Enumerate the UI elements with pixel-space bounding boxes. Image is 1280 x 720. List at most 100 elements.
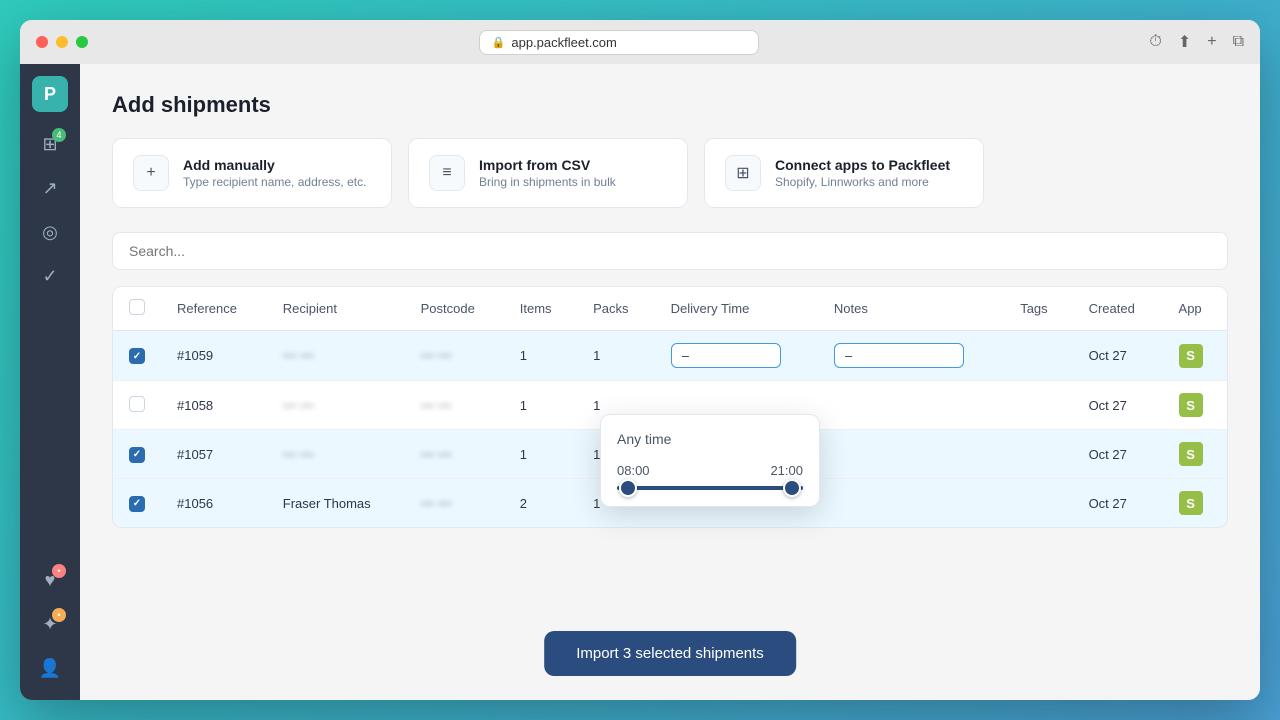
cell-recipient: ••• •••	[267, 430, 405, 479]
shopify-icon: S	[1179, 344, 1203, 368]
address-bar: 🔒 app.packfleet.com	[96, 30, 1141, 55]
notes-input[interactable]	[834, 343, 964, 368]
add-manually-card[interactable]: + Add manually Type recipient name, addr…	[112, 138, 392, 208]
cell-items: 1	[504, 331, 577, 381]
search-input[interactable]	[112, 232, 1228, 270]
row-checkbox[interactable]	[129, 348, 145, 364]
cell-items: 1	[504, 430, 577, 479]
cell-notes	[818, 430, 1004, 479]
cell-tags	[1004, 479, 1072, 528]
cell-app: S	[1163, 381, 1227, 430]
sparkle-badge: •	[52, 608, 66, 622]
shopify-icon: S	[1179, 442, 1203, 466]
routes-icon: ↗	[42, 178, 57, 199]
row-checkbox-cell[interactable]	[113, 479, 161, 528]
connect-apps-text: Connect apps to Packfleet Shopify, Linnw…	[775, 157, 950, 189]
shipments-badge: 4	[52, 128, 66, 142]
time-end: 21:00	[770, 463, 803, 478]
cell-postcode: ••• •••	[405, 479, 504, 528]
table-row: #1059 ••• ••• ••• ••• 1 1	[113, 331, 1227, 381]
sidebar-item-shipments[interactable]: ⊞ 4	[30, 124, 70, 164]
select-all-checkbox[interactable]	[129, 299, 145, 315]
row-checkbox[interactable]	[129, 447, 145, 463]
cell-postcode: ••• •••	[405, 331, 504, 381]
toolbar-right: ⏱ ⬆ + ⧉	[1149, 32, 1244, 52]
th-notes: Notes	[818, 287, 1004, 331]
connect-apps-card[interactable]: ⊞ Connect apps to Packfleet Shopify, Lin…	[704, 138, 984, 208]
import-csv-icon: ≡	[429, 155, 465, 191]
close-button[interactable]	[36, 36, 48, 48]
th-app: App	[1163, 287, 1227, 331]
th-packs: Packs	[577, 287, 655, 331]
cell-recipient: ••• •••	[267, 381, 405, 430]
row-checkbox-cell[interactable]	[113, 331, 161, 381]
cell-items: 1	[504, 381, 577, 430]
slider-fill	[617, 486, 803, 490]
cell-app: S	[1163, 430, 1227, 479]
th-reference: Reference	[161, 287, 267, 331]
any-time-label: Any time	[617, 431, 803, 447]
th-postcode: Postcode	[405, 287, 504, 331]
connect-apps-label: Connect apps to Packfleet	[775, 157, 950, 173]
sidebar-item-tasks[interactable]: ✓	[30, 256, 70, 296]
cell-reference: #1059	[161, 331, 267, 381]
add-manually-text: Add manually Type recipient name, addres…	[183, 157, 366, 189]
content-area: Add shipments + Add manually Type recipi…	[80, 64, 1260, 700]
time-start: 08:00	[617, 463, 650, 478]
th-items: Items	[504, 287, 577, 331]
profile-icon: 👤	[39, 658, 61, 679]
main-layout: P ⊞ 4 ↗ ◎ ✓ ♥ • ✦ • 👤	[20, 64, 1260, 700]
shopify-icon: S	[1179, 393, 1203, 417]
history-icon[interactable]: ⏱	[1149, 33, 1161, 51]
connect-apps-desc: Shopify, Linnworks and more	[775, 175, 950, 189]
row-checkbox-cell[interactable]	[113, 430, 161, 479]
cell-items: 2	[504, 479, 577, 528]
time-range: 08:00 21:00	[617, 463, 803, 478]
cell-recipient: ••• •••	[267, 331, 405, 381]
import-csv-card[interactable]: ≡ Import from CSV Bring in shipments in …	[408, 138, 688, 208]
import-button[interactable]: Import 3 selected shipments	[544, 631, 796, 676]
url-field[interactable]: 🔒 app.packfleet.com	[479, 30, 759, 55]
cell-postcode: ••• •••	[405, 430, 504, 479]
cell-created: Oct 27	[1073, 331, 1163, 381]
sidebar-item-routes[interactable]: ↗	[30, 168, 70, 208]
row-checkbox[interactable]	[129, 496, 145, 512]
cell-delivery-time[interactable]	[655, 331, 818, 381]
time-slider-track[interactable]	[617, 486, 803, 490]
slider-thumb-end[interactable]	[783, 479, 801, 497]
maximize-button[interactable]	[76, 36, 88, 48]
row-checkbox-cell[interactable]	[113, 381, 161, 430]
cell-packs: 1	[577, 331, 655, 381]
cell-tags	[1004, 381, 1072, 430]
import-csv-label: Import from CSV	[479, 157, 616, 173]
cell-notes[interactable]	[818, 331, 1004, 381]
cell-reference: #1057	[161, 430, 267, 479]
delivery-time-input[interactable]	[671, 343, 781, 368]
cell-created: Oct 27	[1073, 381, 1163, 430]
th-created: Created	[1073, 287, 1163, 331]
sidebar-item-heart[interactable]: ♥ •	[30, 560, 70, 600]
share-icon[interactable]: ⬆	[1178, 32, 1191, 52]
delivery-time-popup: Any time 08:00 21:00	[600, 414, 820, 507]
import-csv-desc: Bring in shipments in bulk	[479, 175, 616, 189]
table-header-row: Reference Recipient Postcode Items Packs…	[113, 287, 1227, 331]
tabs-icon[interactable]: ⧉	[1233, 33, 1244, 51]
sidebar-item-locations[interactable]: ◎	[30, 212, 70, 252]
cell-created: Oct 27	[1073, 479, 1163, 528]
sidebar-item-sparkle[interactable]: ✦ •	[30, 604, 70, 644]
row-checkbox[interactable]	[129, 396, 145, 412]
th-recipient: Recipient	[267, 287, 405, 331]
select-all-header[interactable]	[113, 287, 161, 331]
slider-thumb-start[interactable]	[619, 479, 637, 497]
cell-notes	[818, 381, 1004, 430]
locations-icon: ◎	[42, 222, 58, 243]
minimize-button[interactable]	[56, 36, 68, 48]
sidebar-item-profile[interactable]: 👤	[30, 648, 70, 688]
sidebar: P ⊞ 4 ↗ ◎ ✓ ♥ • ✦ • 👤	[20, 64, 80, 700]
add-manually-label: Add manually	[183, 157, 366, 173]
new-tab-icon[interactable]: +	[1207, 33, 1216, 51]
cell-app: S	[1163, 331, 1227, 381]
cell-created: Oct 27	[1073, 430, 1163, 479]
shopify-icon: S	[1179, 491, 1203, 515]
option-cards: + Add manually Type recipient name, addr…	[112, 138, 1228, 208]
